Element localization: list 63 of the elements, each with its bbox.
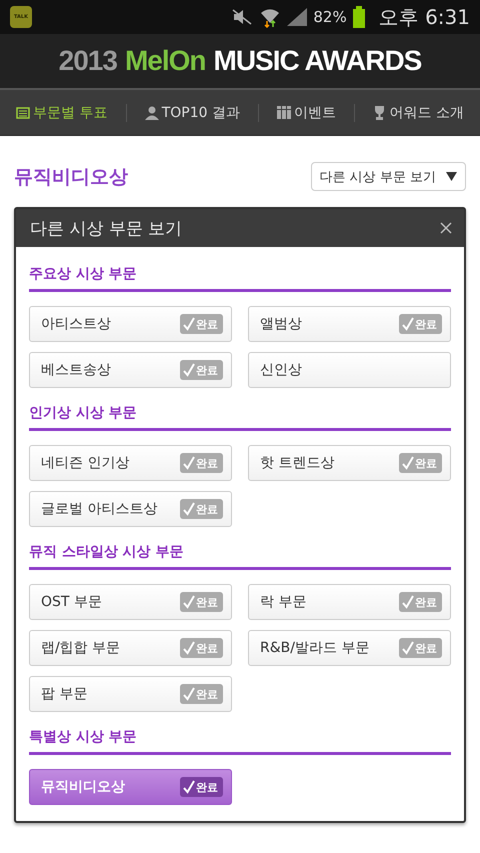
section-heading: 뮤직 스타일상 시상 부문: [29, 527, 451, 570]
section-heading: 인기상 시상 부문: [29, 388, 451, 431]
mute-icon: [231, 8, 254, 26]
category-button[interactable]: 앨범상 완료: [248, 306, 451, 342]
logo-title: MUSIC AWARDS: [214, 45, 422, 77]
category-button[interactable]: 신인상: [248, 352, 451, 388]
person-icon: [144, 106, 159, 120]
check-icon: [183, 641, 195, 655]
check-icon: [183, 317, 195, 331]
done-badge: 완료: [180, 777, 223, 797]
category-button[interactable]: 핫 트렌드상 완료: [248, 445, 451, 481]
close-button[interactable]: [440, 222, 452, 234]
check-icon: [183, 687, 195, 701]
nav-tab[interactable]: TOP10 결과: [142, 100, 242, 126]
category-button[interactable]: 아티스트상 완료: [29, 306, 232, 342]
check-icon: [402, 641, 414, 655]
done-badge: 완료: [399, 453, 442, 473]
category-button[interactable]: 락 부문 완료: [248, 584, 451, 620]
section-heading: 주요상 시상 부문: [29, 249, 451, 292]
page-title: 뮤직비디오상: [14, 164, 128, 190]
battery-icon: [352, 6, 365, 28]
trophy-icon: [373, 106, 386, 120]
done-badge: 완료: [180, 684, 223, 704]
nav-tab[interactable]: 어워드 소개: [371, 100, 466, 126]
nav-tab[interactable]: 이벤트: [275, 100, 338, 126]
check-icon: [183, 780, 195, 794]
nav-tab[interactable]: 부문별 투표: [14, 100, 110, 126]
check-icon: [183, 502, 195, 516]
signal-icon: [287, 8, 308, 26]
check-icon: [402, 595, 414, 609]
category-button[interactable]: 뮤직비디오상 완료: [29, 769, 232, 805]
close-icon: [440, 222, 452, 234]
check-icon: [183, 363, 195, 377]
battery-percent: 82%: [313, 8, 347, 26]
category-button[interactable]: OST 부문 완료: [29, 584, 232, 620]
caret-icon: [446, 172, 457, 181]
done-badge: 완료: [180, 499, 223, 519]
done-badge: 완료: [180, 638, 223, 658]
done-badge: 완료: [180, 592, 223, 612]
logo-year: 2013: [58, 45, 117, 77]
logo-brand: MelOn: [124, 45, 206, 77]
category-button[interactable]: 베스트송상 완료: [29, 352, 232, 388]
check-icon: [183, 456, 195, 470]
category-button[interactable]: 팝 부문 완료: [29, 676, 232, 712]
category-button[interactable]: 글로벌 아티스트상 완료: [29, 491, 232, 527]
check-icon: [183, 595, 195, 609]
category-button[interactable]: 랩/힙합 부문 완료: [29, 630, 232, 666]
done-badge: 완료: [180, 453, 223, 473]
done-badge: 완료: [180, 314, 223, 334]
done-badge: 완료: [180, 360, 223, 380]
check-icon: [402, 317, 414, 331]
category-button[interactable]: R&B/발라드 부문 완료: [248, 630, 451, 666]
done-badge: 완료: [399, 314, 442, 334]
clock: 오후 6:31: [378, 4, 470, 30]
list-icon: [16, 106, 30, 118]
done-badge: 완료: [399, 638, 442, 658]
category-button[interactable]: 네티즌 인기상 완료: [29, 445, 232, 481]
category-dropdown[interactable]: 다른 시상 부문 보기: [310, 162, 466, 191]
gift-icon: [277, 106, 292, 119]
done-badge: 완료: [399, 592, 442, 612]
dialog-title: 다른 시상 부문 보기: [30, 218, 182, 240]
section-heading: 특별상 시상 부문: [29, 712, 451, 755]
check-icon: [402, 456, 414, 470]
